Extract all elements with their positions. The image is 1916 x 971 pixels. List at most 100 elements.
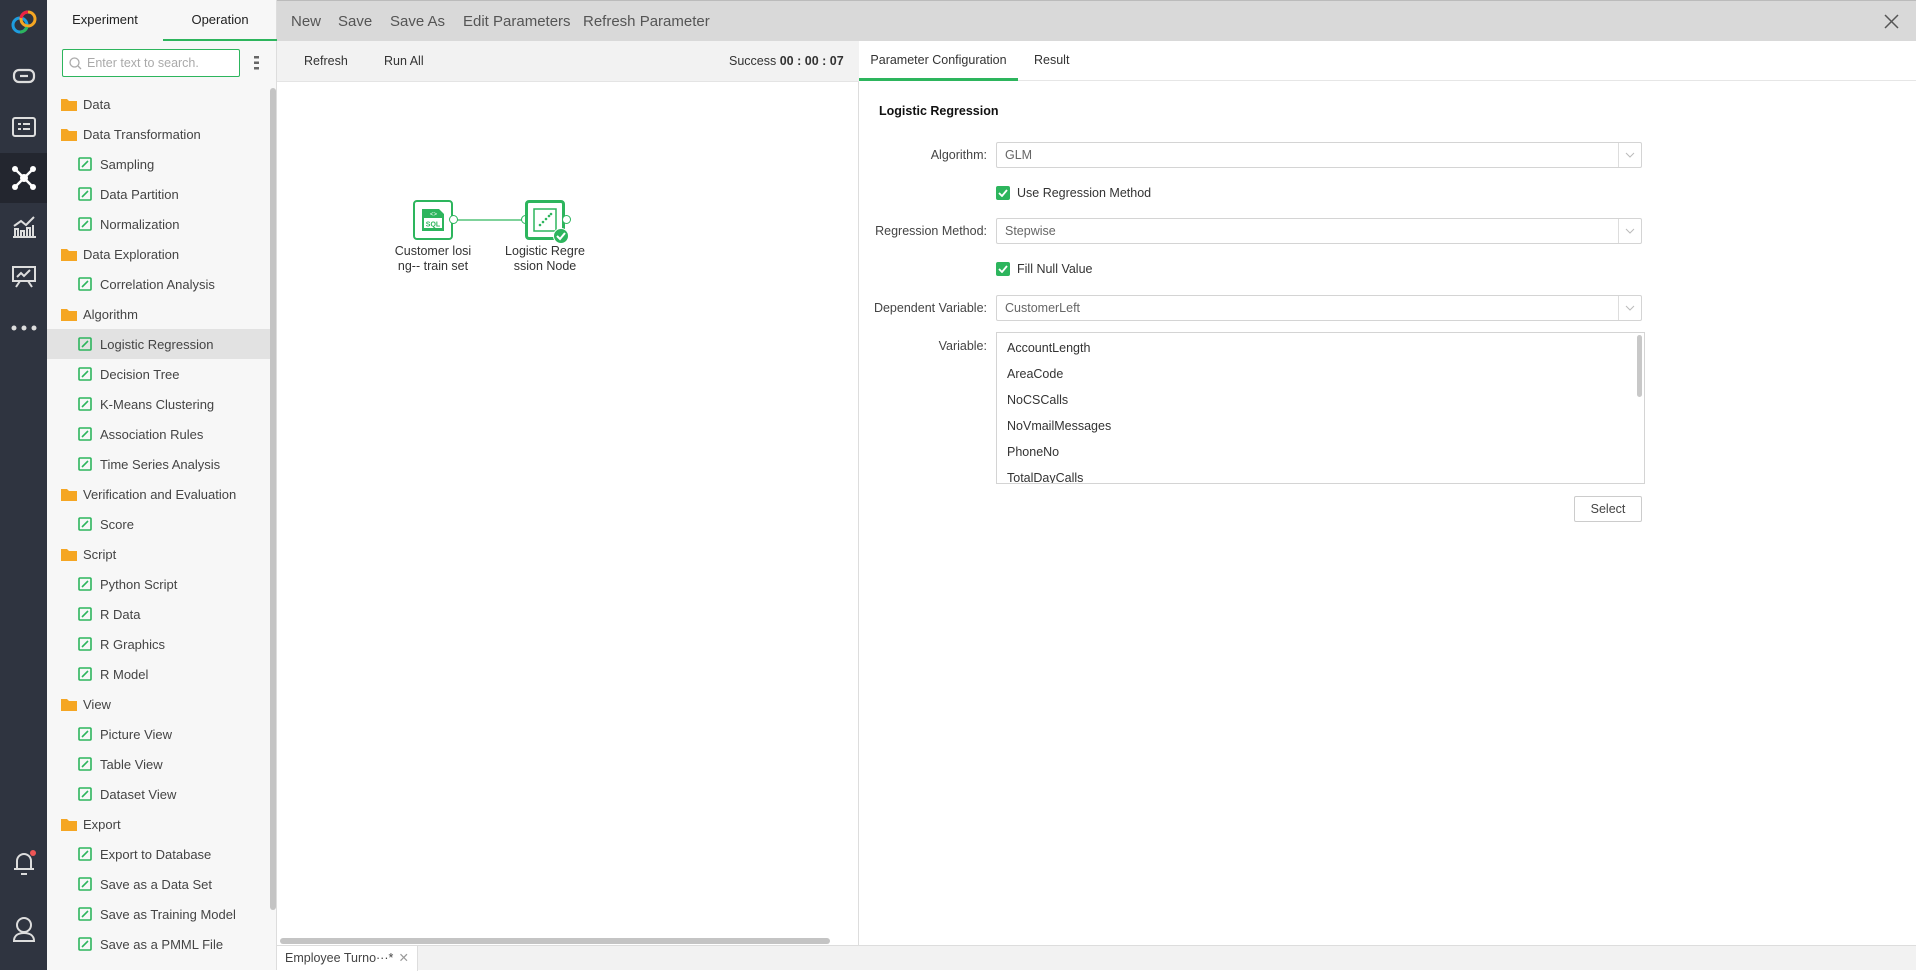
node-sql-train-set[interactable]: SQL <> [413,200,453,240]
variable-list-scrollbar[interactable] [1637,335,1642,397]
sidebar-menu-icon[interactable] [254,55,260,76]
sidebar-item[interactable]: Dataset View [47,779,270,809]
sidebar-item[interactable]: Score [47,509,270,539]
tab-operation[interactable]: Operation [163,0,277,41]
normalization-icon [78,217,100,231]
select-button[interactable]: Select [1574,496,1642,522]
tab-experiment[interactable]: Experiment [47,0,163,41]
regression-method-select[interactable]: Stepwise [996,218,1642,244]
output-port[interactable] [449,215,458,224]
sidebar-item[interactable]: Save as a PMML File [47,929,270,959]
new-button[interactable]: New [291,1,321,42]
sidebar-folder[interactable]: Export [47,809,270,839]
sidebar-item[interactable]: Sampling [47,149,270,179]
sidebar-folder[interactable]: Data [47,89,270,119]
sidebar-item-label: Correlation Analysis [100,276,215,292]
save-as-button[interactable]: Save As [390,1,445,42]
sidebar-item[interactable]: Save as a Data Set [47,869,270,899]
refresh-parameter-button[interactable]: Refresh Parameter [583,1,710,42]
sidebar-item[interactable]: Time Series Analysis [47,449,270,479]
use-regression-checkbox[interactable]: Use Regression Method [996,186,1151,200]
node-logistic-regression[interactable] [525,200,569,244]
list-item[interactable]: AccountLength [1007,341,1090,355]
sidebar-item-label: R Graphics [100,636,166,652]
sidebar-item[interactable]: Data Partition [47,179,270,209]
sidebar-item-label: Score [100,516,134,532]
tab-parameter-configuration[interactable]: Parameter Configuration [859,41,1018,81]
sidebar-item-label: Export to Database [100,846,212,862]
svg-text:SQL: SQL [426,222,441,229]
sidebar-item[interactable]: Picture View [47,719,270,749]
dependent-variable-select[interactable]: CustomerLeft [996,295,1642,321]
sidebar-item[interactable]: R Data [47,599,270,629]
folder-icon [61,308,83,321]
list-item[interactable]: PhoneNo [1007,445,1059,459]
bar-line-chart-icon[interactable] [0,207,47,247]
sidebar-item-label: Picture View [100,726,173,742]
sidebar-item[interactable]: Export to Database [47,839,270,869]
sidebar-folder[interactable]: Verification and Evaluation [47,479,270,509]
list-item[interactable]: AreaCode [1007,367,1063,381]
dataset-view-icon [78,787,100,801]
list-item[interactable]: TotalDayCalls [1007,471,1083,483]
bell-icon[interactable] [0,843,47,883]
algorithm-label: Algorithm: [930,148,987,162]
list-card-icon[interactable] [0,107,47,147]
correlation-icon [78,277,100,291]
tab-close-icon[interactable]: ✕ [399,946,409,970]
workflow-canvas[interactable]: SQL <> Customer losi ng-- train set Logist… [277,82,859,945]
table-view-icon [78,757,100,771]
score-icon [78,517,100,531]
status-text: Success [729,54,777,68]
sidebar-item[interactable]: K-Means Clustering [47,389,270,419]
main-toolbar: New Save Save As Edit Parameters Refresh… [277,0,1916,41]
edit-parameters-button[interactable]: Edit Parameters [463,1,571,42]
link-icon[interactable] [0,56,47,96]
sidebar-item-label: R Model [100,666,149,682]
sidebar-item[interactable]: Decision Tree [47,359,270,389]
data-partition-icon [78,187,100,201]
fill-null-checkbox[interactable]: Fill Null Value [996,262,1093,276]
presentation-chart-icon[interactable] [0,257,47,297]
network-nodes-icon[interactable] [0,153,47,203]
output-port[interactable] [562,215,571,224]
tab-result[interactable]: Result [1034,41,1069,81]
sidebar-item-label: Decision Tree [100,366,180,382]
sidebar-item-label: Table View [100,756,163,772]
run-all-button[interactable]: Run All [384,41,424,82]
checkbox-checked-icon [996,186,1010,200]
search-input[interactable]: Enter text to search. [62,49,240,77]
sidebar-item[interactable]: R Graphics [47,629,270,659]
document-tab[interactable]: Employee Turno···* ✕ [277,946,418,971]
close-icon[interactable] [1884,14,1899,34]
sidebar-scrollbar[interactable] [270,88,276,910]
sidebar-folder[interactable]: View [47,689,270,719]
more-dots-icon[interactable] [0,308,47,348]
refresh-button[interactable]: Refresh [304,41,348,82]
canvas-scrollbar[interactable] [280,938,830,944]
sidebar-item[interactable]: Normalization [47,209,270,239]
sidebar-item[interactable]: Logistic Regression [47,329,270,359]
sidebar-item[interactable]: Association Rules [47,419,270,449]
sidebar-folder[interactable]: Data Transformation [47,119,270,149]
sidebar-item-label: K-Means Clustering [100,396,215,412]
chevron-down-icon [1618,296,1641,320]
sidebar-folder[interactable]: Algorithm [47,299,270,329]
algorithm-select[interactable]: GLM [996,142,1642,168]
sidebar-item-label: Dataset View [100,786,177,802]
sidebar-item[interactable]: R Model [47,659,270,689]
sql-file-icon: SQL <> [422,209,444,231]
list-item[interactable]: NoVmailMessages [1007,419,1111,433]
sidebar-item[interactable]: Table View [47,749,270,779]
sidebar-item[interactable]: Python Script [47,569,270,599]
node-label: Customer losi ng-- train set [394,244,472,273]
variable-list[interactable]: AccountLength AreaCode NoCSCalls NoVmail… [996,332,1645,484]
sidebar-item-label: Script [83,546,117,562]
sidebar-item[interactable]: Correlation Analysis [47,269,270,299]
sidebar-folder[interactable]: Data Exploration [47,239,270,269]
sidebar-folder[interactable]: Script [47,539,270,569]
sidebar-item[interactable]: Save as Training Model [47,899,270,929]
save-button[interactable]: Save [338,1,372,42]
user-icon[interactable] [0,909,47,949]
list-item[interactable]: NoCSCalls [1007,393,1068,407]
